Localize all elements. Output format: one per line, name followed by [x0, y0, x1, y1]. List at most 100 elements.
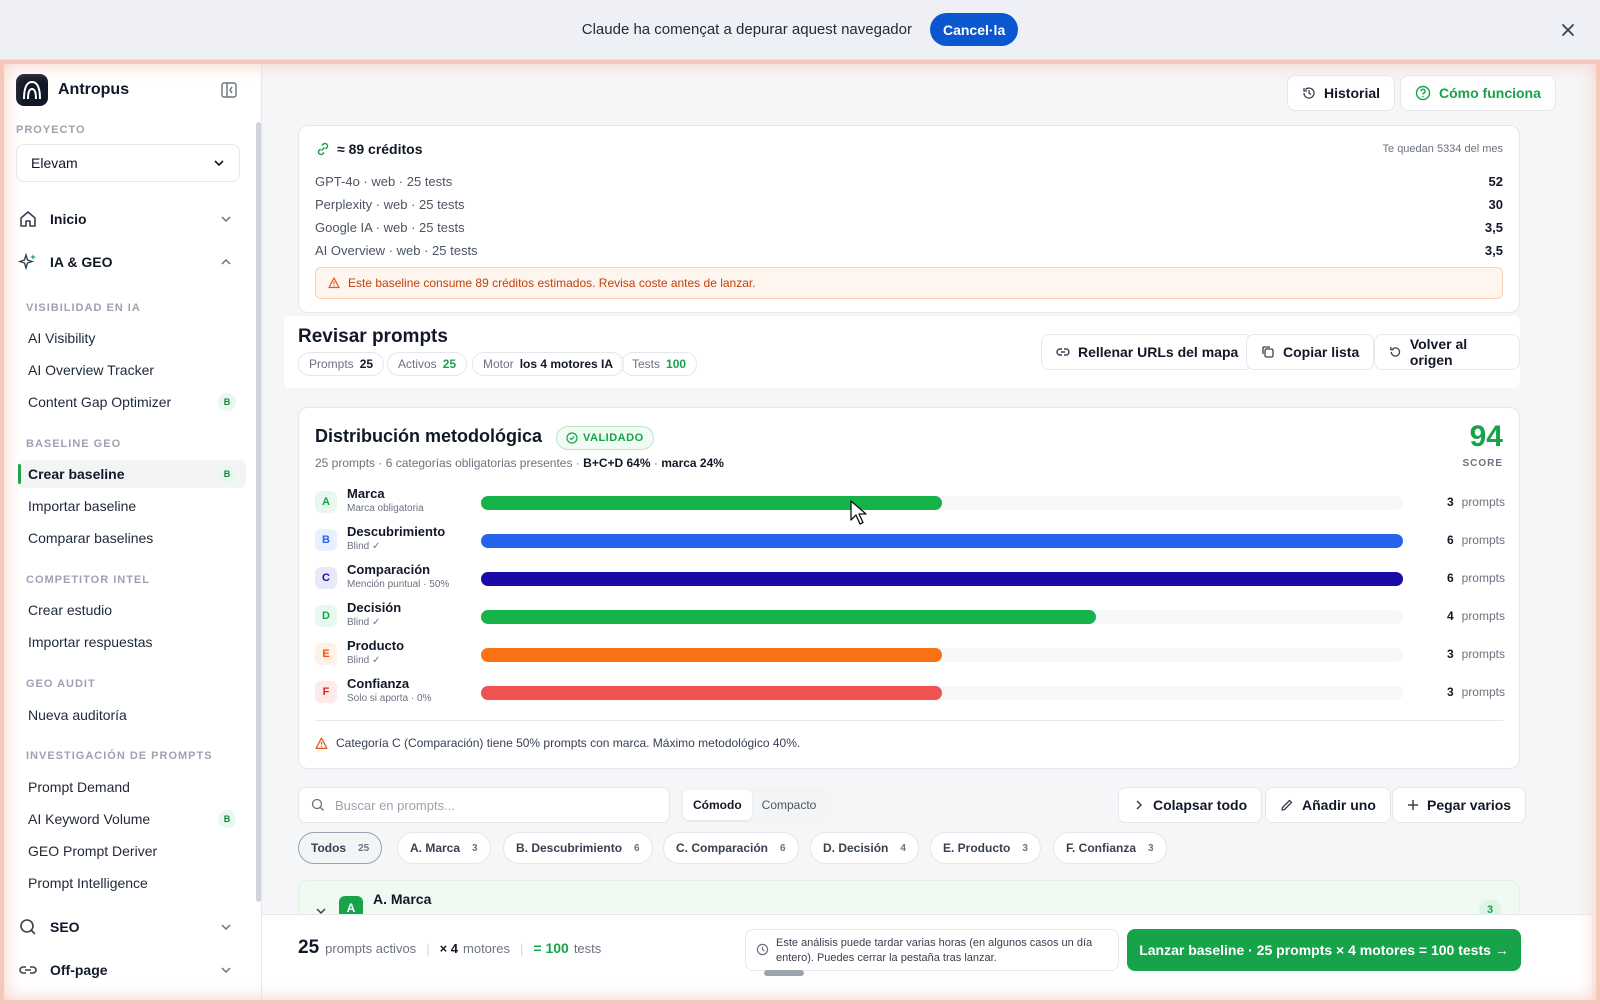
summary-bcd: B+C+D 64% [583, 456, 651, 470]
sidebar-item-label: Crear estudio [28, 602, 113, 618]
sidebar-item-prompt-intelligence[interactable]: Prompt Intelligence [18, 869, 246, 897]
credits-warning: Este baseline consume 89 créditos estima… [315, 267, 1503, 299]
history-button[interactable]: Historial [1287, 75, 1396, 111]
category-subtitle: Blind ✓ [347, 541, 381, 552]
sidebar-item-prompt-demand[interactable]: Prompt Demand [18, 773, 246, 801]
search-input[interactable]: Buscar en prompts... [298, 787, 670, 823]
nav-inicio[interactable]: Inicio [18, 209, 238, 229]
category-bar [481, 610, 1096, 624]
filter-label: B. Descubrimiento [516, 841, 623, 855]
sidebar-item-crear-baseline[interactable]: Crear baseline B [18, 460, 246, 488]
filter-chip-confianza[interactable]: F. Confianza 3 [1053, 832, 1167, 864]
nav-off-page[interactable]: Off-page [18, 960, 238, 980]
category-letter: A [315, 491, 337, 513]
section-title: BASELINE GEO [26, 438, 122, 450]
chevron-down-icon [221, 216, 231, 223]
debug-banner: Claude ha començat a depurar aquest nave… [0, 0, 1600, 60]
credit-row-value: 30 [1488, 197, 1503, 212]
credits-warning-text: Este baseline consume 89 créditos estima… [348, 276, 756, 290]
home-icon [20, 211, 36, 227]
nav-inicio-label: Inicio [50, 211, 87, 227]
horizontal-scrollbar[interactable] [764, 970, 804, 976]
sidebar-item-label: Prompt Intelligence [28, 875, 148, 891]
category-subtitle: Marca obligatoria [347, 503, 424, 514]
filter-chip-descubrimiento[interactable]: B. Descubrimiento 6 [503, 832, 653, 864]
filter-chip-marca[interactable]: A. Marca 3 [397, 832, 491, 864]
category-bar [481, 496, 942, 510]
sidebar-item-importar-respuestas[interactable]: Importar respuestas [18, 628, 246, 656]
status-badge: VALIDADO [556, 426, 654, 450]
collapse-all-button[interactable]: Colapsar todo [1118, 787, 1263, 823]
filter-chip-comparacion[interactable]: C. Comparación 6 [663, 832, 799, 864]
category-count-unit: prompts [1461, 685, 1505, 699]
sidebar-item-nueva-auditoria[interactable]: Nueva auditoría [18, 701, 246, 729]
fill-urls-button[interactable]: Rellenar URLs del mapa [1041, 334, 1254, 370]
category-letter: F [315, 681, 337, 703]
footer-summary: 25 prompts activos | × 4 motores | = 100… [298, 937, 602, 958]
category-count-unit: prompts [1461, 533, 1505, 547]
launch-footer: 25 prompts activos | × 4 motores | = 100… [262, 914, 1592, 1004]
category-count: 3 prompts [1415, 647, 1505, 661]
sidebar-item-ai-overview-tracker[interactable]: AI Overview Tracker [18, 356, 246, 384]
sidebar-item-crear-estudio[interactable]: Crear estudio [18, 596, 246, 624]
brand[interactable]: Antropus [16, 74, 129, 106]
sidebar-item-importar-baseline[interactable]: Importar baseline [18, 492, 246, 520]
divider [315, 720, 1503, 721]
sidebar: Antropus PROYECTO Elevam Inicio IA & GEO… [0, 60, 262, 1004]
filter-count: 4 [900, 842, 906, 854]
chevron-up-icon [221, 258, 231, 265]
filter-chip-producto[interactable]: E. Producto 3 [930, 832, 1041, 864]
category-count: 6 prompts [1415, 533, 1505, 547]
close-banner-icon[interactable] [1558, 20, 1578, 40]
search-placeholder: Buscar en prompts... [335, 797, 455, 813]
view-compact-button[interactable]: Compacto [752, 790, 827, 820]
category-count-value: 3 [1446, 685, 1454, 699]
category-bar-track [481, 572, 1403, 586]
nav-seo[interactable]: SEO [18, 917, 238, 937]
category-letter: D [315, 605, 337, 627]
add-one-button[interactable]: Añadir uno [1265, 787, 1391, 823]
paste-many-button[interactable]: Pegar varios [1392, 787, 1527, 823]
category-name: Descubrimiento [347, 524, 446, 539]
category-subtitle: Mención puntual · 50% [347, 579, 450, 590]
copy-list-button[interactable]: Copiar lista [1246, 334, 1375, 370]
view-comfortable-button[interactable]: Cómodo [683, 790, 752, 820]
project-select[interactable]: Elevam [16, 144, 240, 182]
stat-chip-tests: Tests 100 [621, 352, 698, 376]
chip-value: 25 [359, 357, 374, 371]
summary-separator: · [653, 456, 658, 470]
summary-brand: marca 24% [661, 456, 724, 470]
sidebar-scrollbar[interactable] [256, 122, 261, 902]
cancel-debug-button[interactable]: Cancel·la [929, 13, 1019, 46]
chevron-down-icon [214, 160, 224, 167]
back-to-origin-button[interactable]: Volver al origen [1374, 334, 1520, 370]
project-select-value: Elevam [31, 155, 78, 171]
chip-value: 25 [442, 357, 457, 371]
category-bar [481, 648, 942, 662]
category-bar-track [481, 686, 1403, 700]
credit-row-label: Perplexity · web · 25 tests [315, 197, 465, 212]
sidebar-item-ai-visibility[interactable]: AI Visibility [18, 324, 246, 352]
brand-name: Antropus [58, 81, 130, 98]
sidebar-item-comparar-baselines[interactable]: Comparar baselines [18, 524, 246, 552]
sidebar-item-content-gap[interactable]: Content Gap Optimizer B [18, 388, 246, 416]
filter-chip-todos[interactable]: Todos 25 [298, 832, 383, 864]
distribution-warning-text: Categoría C (Comparación) tiene 50% prom… [336, 736, 801, 750]
category-name: Confianza [347, 676, 410, 691]
nav-ia-geo[interactable]: IA & GEO [18, 252, 238, 272]
how-it-works-button[interactable]: Cómo funciona [1400, 75, 1556, 111]
group-title: A. Marca [373, 891, 432, 907]
mouse-cursor-icon [850, 500, 867, 525]
sidebar-item-ai-keyword-volume[interactable]: AI Keyword Volume B [18, 805, 246, 833]
filter-chip-decision[interactable]: D. Decisión 4 [810, 832, 919, 864]
category-count-unit: prompts [1461, 647, 1505, 661]
duration-note: Este análisis puede tardar varias horas … [745, 929, 1119, 976]
credit-row-value: 52 [1488, 174, 1503, 189]
collapse-sidebar-icon[interactable] [220, 81, 238, 99]
category-count-value: 6 [1446, 571, 1454, 585]
section-title: GEO AUDIT [26, 678, 96, 690]
launch-baseline-button[interactable]: Lanzar baseline · 25 prompts × 4 motores… [1127, 929, 1521, 971]
distribution-row: E Producto Blind ✓ 3 prompts [315, 638, 1505, 672]
sidebar-item-geo-prompt-deriver[interactable]: GEO Prompt Deriver [18, 837, 246, 865]
category-count-unit: prompts [1461, 495, 1505, 509]
